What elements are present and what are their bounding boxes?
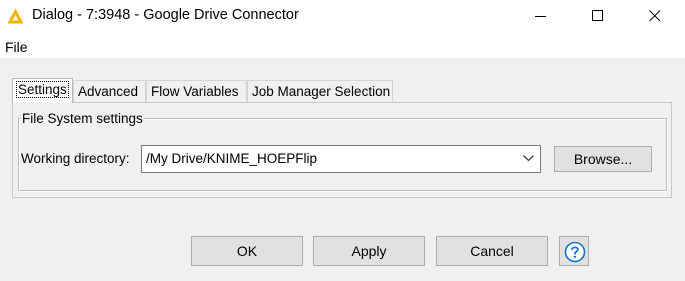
tab-job-manager-selection[interactable]: Job Manager Selection bbox=[247, 80, 393, 102]
file-system-settings-legend: File System settings bbox=[21, 111, 144, 126]
minimize-icon bbox=[535, 16, 546, 17]
working-directory-combo[interactable]: /My Drive/KNIME_HOEPFlip bbox=[141, 145, 541, 173]
tab-advanced[interactable]: Advanced bbox=[73, 80, 146, 102]
tab-job-manager-selection-label: Job Manager Selection bbox=[252, 84, 391, 99]
cancel-button[interactable]: Cancel bbox=[436, 236, 548, 266]
help-question-icon bbox=[564, 241, 586, 263]
maximize-button[interactable] bbox=[575, 0, 621, 32]
tab-flow-variables-label: Flow Variables bbox=[151, 84, 239, 99]
working-directory-label: Working directory: bbox=[21, 151, 130, 166]
close-icon bbox=[649, 10, 661, 22]
title-bar: Dialog - 7:3948 - Google Drive Connector bbox=[0, 0, 685, 32]
ok-button[interactable]: OK bbox=[191, 236, 303, 266]
tab-flow-variables[interactable]: Flow Variables bbox=[146, 80, 247, 102]
window-title: Dialog - 7:3948 - Google Drive Connector bbox=[32, 7, 299, 23]
menu-bar: File bbox=[0, 32, 685, 58]
knime-triangle-icon bbox=[7, 8, 24, 24]
browse-button[interactable]: Browse... bbox=[554, 146, 652, 172]
chevron-down-icon[interactable] bbox=[523, 155, 534, 162]
tab-advanced-label: Advanced bbox=[78, 84, 139, 99]
working-directory-value: /My Drive/KNIME_HOEPFlip bbox=[146, 151, 318, 166]
tab-settings-label: Settings bbox=[16, 81, 69, 98]
minimize-button[interactable] bbox=[518, 0, 564, 32]
help-button[interactable] bbox=[559, 236, 589, 266]
tab-settings[interactable]: Settings bbox=[12, 78, 73, 103]
maximize-icon bbox=[592, 10, 603, 21]
menu-file[interactable]: File bbox=[5, 39, 28, 55]
close-button[interactable] bbox=[632, 0, 678, 32]
apply-button[interactable]: Apply bbox=[313, 236, 425, 266]
